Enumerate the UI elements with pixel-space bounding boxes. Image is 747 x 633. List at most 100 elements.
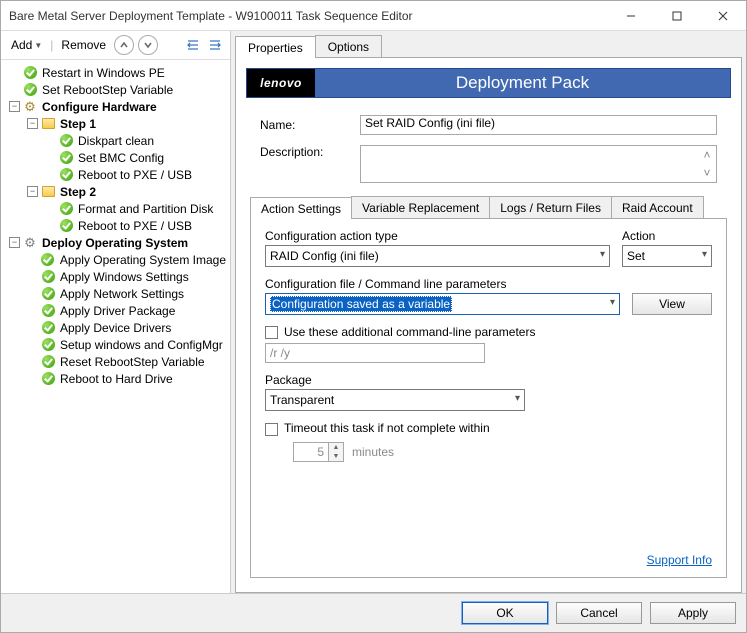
config-type-label: Configuration action type <box>265 229 610 243</box>
check-icon <box>23 66 37 80</box>
tree-node[interactable]: Reset RebootStep Variable <box>3 353 228 370</box>
tree-toggle[interactable]: − <box>9 101 20 112</box>
check-icon <box>41 321 55 335</box>
maximize-button[interactable] <box>654 1 700 31</box>
tree-node[interactable]: Reboot to PXE / USB <box>3 166 228 183</box>
tree-node-label: Setup windows and ConfigMgr <box>58 338 225 352</box>
tree-toggle[interactable]: − <box>9 237 20 248</box>
name-label: Name: <box>260 118 340 132</box>
close-button[interactable] <box>700 1 746 31</box>
check-icon <box>59 202 73 216</box>
tree-node-label: Deploy Operating System <box>40 236 190 250</box>
tab-action-settings[interactable]: Action Settings <box>250 197 352 219</box>
spin-up-icon[interactable]: ▲ <box>329 443 343 452</box>
additional-params-checkbox[interactable]: Use these additional command-line parame… <box>265 325 535 339</box>
tree-node[interactable]: −⚙Configure Hardware <box>3 98 228 115</box>
check-icon <box>59 219 73 233</box>
tree-node-label: Format and Partition Disk <box>76 202 215 216</box>
tree-node-label: Reboot to PXE / USB <box>76 219 194 233</box>
check-icon <box>41 253 55 267</box>
tab-properties[interactable]: Properties <box>235 36 316 58</box>
tree-node-label: Restart in Windows PE <box>40 66 167 80</box>
tree-node[interactable]: − Step 2 <box>3 183 228 200</box>
tree-node[interactable]: Apply Operating System Image <box>3 251 228 268</box>
check-icon <box>41 338 55 352</box>
move-down-button[interactable] <box>138 35 158 55</box>
gear-icon: ⚙ <box>23 100 37 114</box>
package-label: Package <box>265 373 525 387</box>
ok-button[interactable]: OK <box>462 602 548 624</box>
check-icon <box>23 83 37 97</box>
tab-options[interactable]: Options <box>315 35 382 57</box>
tree-node[interactable]: Apply Device Drivers <box>3 319 228 336</box>
indent-button[interactable] <box>206 36 224 54</box>
tree-node-label: Reset RebootStep Variable <box>58 355 207 369</box>
lenovo-logo: lenovo <box>247 69 315 97</box>
check-icon <box>59 134 73 148</box>
support-info-link[interactable]: Support Info <box>647 553 712 567</box>
description-label: Description: <box>260 145 340 159</box>
cog-icon: ⚙ <box>23 236 37 250</box>
tree-node[interactable]: Apply Driver Package <box>3 302 228 319</box>
tree-node-label: Reboot to PXE / USB <box>76 168 194 182</box>
description-input[interactable]: ˄˅ <box>360 145 717 183</box>
move-up-button[interactable] <box>114 35 134 55</box>
config-file-label: Configuration file / Command line parame… <box>265 277 620 291</box>
tree-node-label: Apply Device Drivers <box>58 321 173 335</box>
tree-node[interactable]: − Step 1 <box>3 115 228 132</box>
timeout-value[interactable] <box>293 442 329 462</box>
add-button[interactable]: Add ▼ <box>7 36 46 54</box>
tree-node[interactable]: Apply Network Settings <box>3 285 228 302</box>
additional-params-input <box>265 343 485 363</box>
timeout-unit: minutes <box>352 445 394 459</box>
apply-button[interactable]: Apply <box>650 602 736 624</box>
banner-title: Deployment Pack <box>315 69 730 97</box>
tree-node-label: Apply Windows Settings <box>58 270 191 284</box>
check-icon <box>59 168 73 182</box>
config-type-select[interactable]: RAID Config (ini file) <box>265 245 610 267</box>
tree-node[interactable]: Reboot to Hard Drive <box>3 370 228 387</box>
tree-node-label: Reboot to Hard Drive <box>58 372 175 386</box>
config-file-combo[interactable]: Configuration saved as a variable <box>265 293 620 315</box>
tree-node-label: Set RebootStep Variable <box>40 83 175 97</box>
tab-logs-return-files[interactable]: Logs / Return Files <box>489 196 612 218</box>
tree-node[interactable]: Format and Partition Disk <box>3 200 228 217</box>
outdent-button[interactable] <box>184 36 202 54</box>
tree-node-label: Apply Driver Package <box>58 304 177 318</box>
remove-button[interactable]: Remove <box>57 36 110 54</box>
tree-toggle[interactable]: − <box>27 118 38 129</box>
tree-node[interactable]: Restart in Windows PE <box>3 64 228 81</box>
window-title: Bare Metal Server Deployment Template - … <box>1 9 608 23</box>
check-icon <box>41 287 55 301</box>
tree-node-label: Step 2 <box>58 185 98 199</box>
tab-variable-replacement[interactable]: Variable Replacement <box>351 196 490 218</box>
name-input[interactable]: Set RAID Config (ini file) <box>360 115 717 135</box>
check-icon <box>41 355 55 369</box>
tree-node[interactable]: −⚙Deploy Operating System <box>3 234 228 251</box>
tree-node[interactable]: Setup windows and ConfigMgr <box>3 336 228 353</box>
timeout-checkbox[interactable]: Timeout this task if not complete within <box>265 421 490 435</box>
view-button[interactable]: View <box>632 293 712 315</box>
tree-node[interactable]: Apply Windows Settings <box>3 268 228 285</box>
title-bar: Bare Metal Server Deployment Template - … <box>1 1 746 31</box>
minimize-button[interactable] <box>608 1 654 31</box>
tree-node-label: Apply Network Settings <box>58 287 186 301</box>
tree-toggle[interactable]: − <box>27 186 38 197</box>
timeout-spinner[interactable]: ▲▼ <box>293 442 344 462</box>
check-icon <box>59 151 73 165</box>
tree-node[interactable]: Diskpart clean <box>3 132 228 149</box>
check-icon <box>41 372 55 386</box>
tree-node-label: Diskpart clean <box>76 134 156 148</box>
cancel-button[interactable]: Cancel <box>556 602 642 624</box>
package-select[interactable]: Transparent <box>265 389 525 411</box>
tree-node-label: Apply Operating System Image <box>58 253 228 267</box>
spin-down-icon[interactable]: ▼ <box>329 452 343 461</box>
tree-node[interactable]: Set RebootStep Variable <box>3 81 228 98</box>
tab-raid-account[interactable]: Raid Account <box>611 196 704 218</box>
action-select[interactable]: Set <box>622 245 712 267</box>
tree-node-label: Step 1 <box>58 117 98 131</box>
tree-node[interactable]: Reboot to PXE / USB <box>3 217 228 234</box>
task-sequence-tree[interactable]: Restart in Windows PE Set RebootStep Vari… <box>1 60 230 593</box>
tree-node-label: Configure Hardware <box>40 100 159 114</box>
tree-node[interactable]: Set BMC Config <box>3 149 228 166</box>
